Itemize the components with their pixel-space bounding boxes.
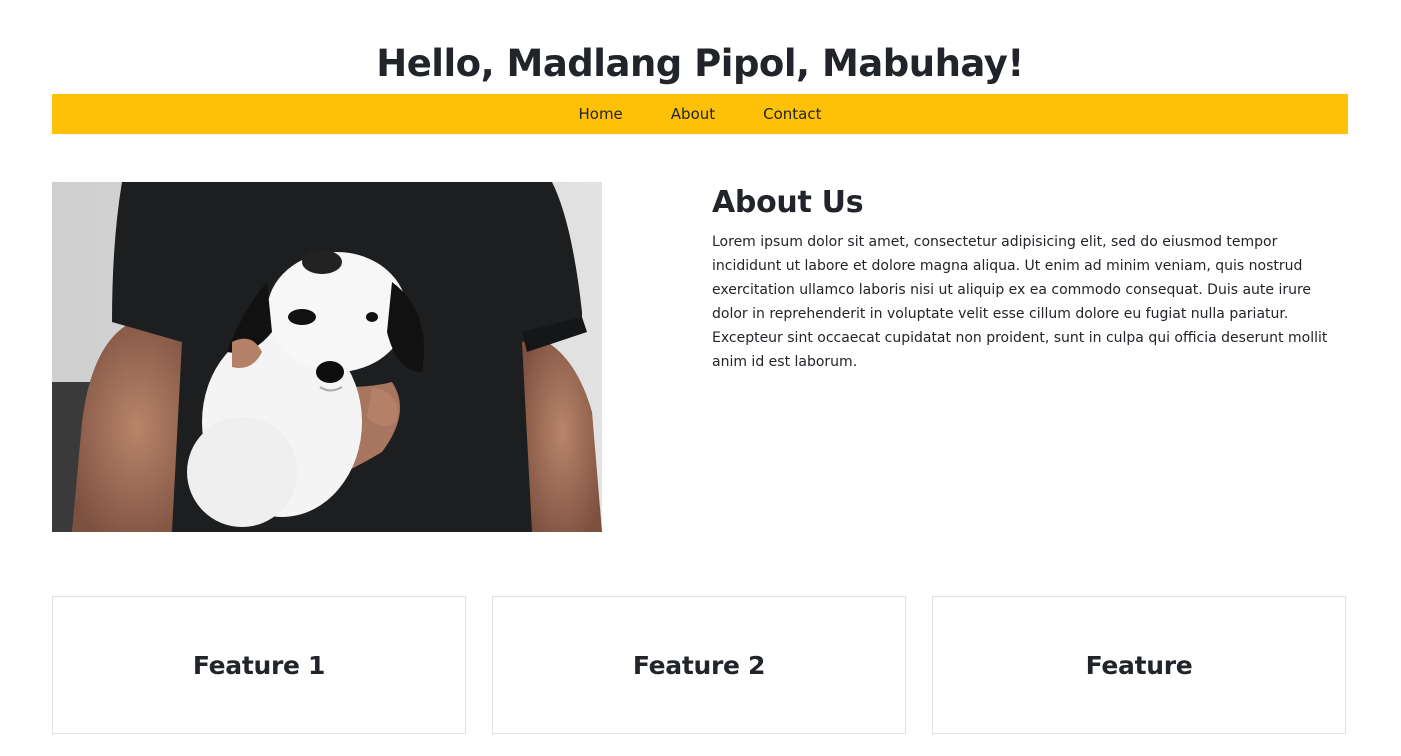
nav-link-home[interactable]: Home	[554, 94, 646, 134]
feature-card-3: Feature	[932, 596, 1346, 734]
puppy-photo	[52, 182, 602, 532]
about-text: Lorem ipsum dolor sit amet, consectetur …	[712, 234, 1328, 370]
about-title: About Us	[712, 185, 864, 220]
site-title: Hello, Madlang Pipol, Mabuhay!	[376, 42, 1024, 85]
feature-title-2: Feature 2	[632, 650, 766, 680]
feature-title-3: Feature	[1085, 650, 1193, 680]
feature-title-1: Feature 1	[192, 650, 326, 680]
page: Hello, Madlang Pipol, Mabuhay! Home Abou…	[0, 0, 1401, 756]
feature-card-1: Feature 1	[52, 596, 466, 734]
nav-link-about[interactable]: About	[647, 94, 739, 134]
nav-link-contact[interactable]: Contact	[739, 94, 845, 134]
navbar: Home About Contact	[52, 94, 1348, 134]
about-section: About Us Lorem ipsum dolor sit amet, con…	[712, 182, 1342, 374]
feature-card-2: Feature 2	[492, 596, 906, 734]
